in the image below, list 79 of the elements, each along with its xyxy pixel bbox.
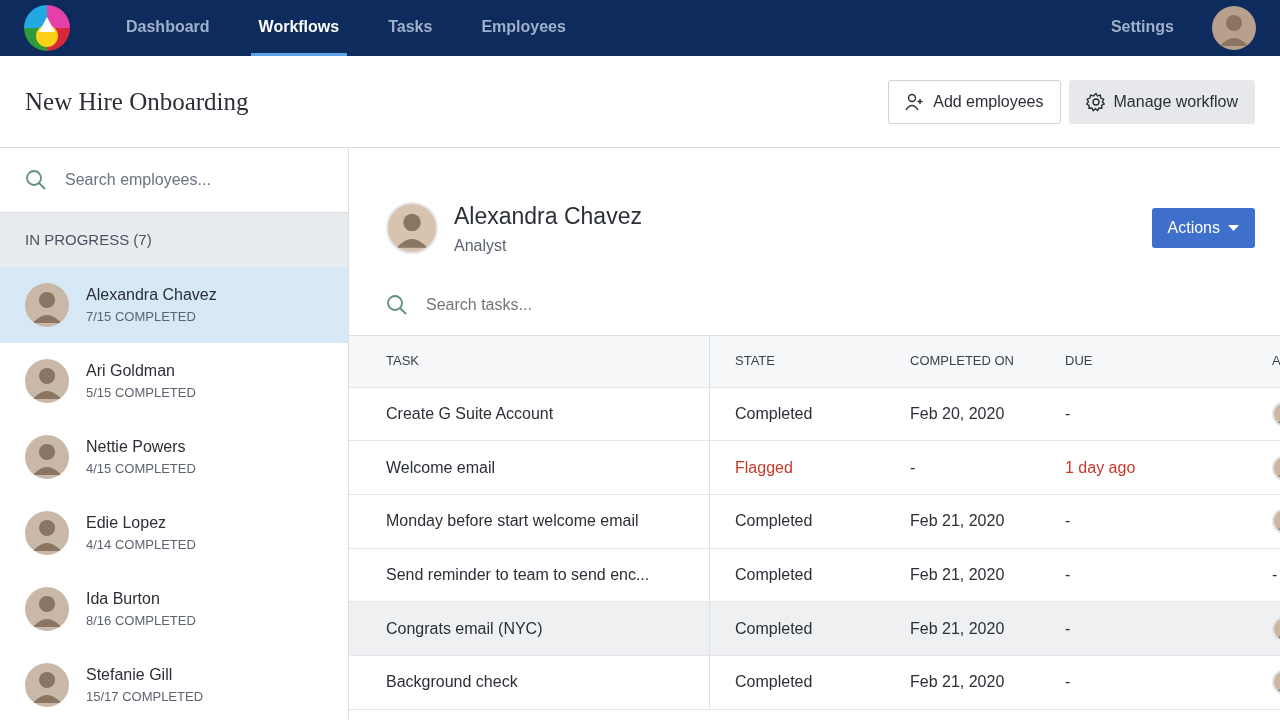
employee-name: Ari Goldman [86, 361, 176, 382]
nav-tab[interactable]: Tasks [380, 0, 441, 56]
employee-name: Alexandra Chavez [86, 285, 217, 306]
column-header: A [1272, 352, 1280, 371]
task-state: Completed [735, 511, 813, 532]
task-name: Monday before start welcome email [386, 511, 639, 532]
column-header: DUE [1065, 352, 1093, 371]
nav-tab[interactable]: Dashboard [118, 0, 218, 56]
search-icon [25, 169, 47, 191]
task-state: Flagged [735, 457, 793, 478]
column-header: TASK [386, 352, 419, 371]
progress-text: 4/14 COMPLETED [86, 536, 196, 555]
due-text: 1 day ago [1065, 457, 1136, 478]
completed-date: Feb 21, 2020 [910, 511, 1005, 532]
employee-list-item[interactable]: Alexandra Chavez 7/15 COMPLETED [0, 267, 348, 343]
employee-list-item[interactable]: Nettie Powers 4/15 COMPLETED [0, 419, 348, 495]
logo-icon[interactable] [24, 5, 70, 51]
employee-list-item[interactable]: Ida Burton 8/16 COMPLETED [0, 571, 348, 647]
actions-button[interactable]: Actions [1151, 208, 1255, 249]
employee-name: Nettie Powers [86, 437, 187, 458]
assignee-text: - [1272, 564, 1278, 585]
task-state: Completed [735, 618, 813, 639]
avatar-photo [386, 202, 438, 255]
table-row[interactable]: Monday before start welcome email Completed Feb 21, 2020 - [349, 494, 1280, 549]
employee-list-item[interactable]: Stefanie Gill 15/17 COMPLETED [0, 647, 348, 720]
progress-text: 5/15 COMPLETED [86, 384, 196, 403]
due-text: - [1065, 564, 1071, 585]
task-name: Send reminder to team to send enc... [386, 564, 650, 585]
nav-tab[interactable]: Workflows [250, 0, 348, 56]
progress-text: 15/17 COMPLETED [86, 688, 204, 707]
add-employees-button[interactable]: Add employees [888, 79, 1061, 124]
task-name: Welcome email [386, 457, 496, 478]
avatar-photo [25, 435, 69, 479]
completed-date: Feb 21, 2020 [910, 672, 1005, 693]
avatar-photo [25, 511, 69, 555]
avatar-photo [25, 587, 69, 631]
table-row[interactable]: Background check Completed Feb 21, 2020 - [349, 655, 1280, 710]
nav-tab[interactable]: Employees [473, 0, 574, 56]
avatar-photo [25, 359, 69, 403]
settings-link[interactable]: Settings [1102, 0, 1182, 56]
user-avatar[interactable] [1212, 6, 1256, 50]
group-heading: IN PROGRESS (7) [25, 229, 152, 250]
due-text: - [1065, 403, 1071, 424]
progress-text: 4/15 COMPLETED [86, 460, 196, 479]
add-person-icon [905, 92, 926, 111]
employee-name: Alexandra Chavez [454, 202, 642, 231]
completed-date: Feb 20, 2020 [910, 403, 1005, 424]
avatar-photo [25, 663, 69, 707]
task-state: Completed [735, 672, 813, 693]
completed-date: Feb 21, 2020 [910, 618, 1005, 639]
search-icon [386, 294, 408, 316]
table-row[interactable]: Congrats email (NYC) Completed Feb 21, 2020 - [349, 602, 1280, 656]
due-text: - [1065, 511, 1071, 532]
employee-role: Analyst [454, 235, 508, 256]
task-name: Background check [386, 672, 518, 693]
progress-text: 8/16 COMPLETED [86, 612, 196, 631]
task-name: Create G Suite Account [386, 403, 554, 424]
table-row[interactable]: Welcome email Flagged - 1 day ago [349, 441, 1280, 495]
progress-text: 7/15 COMPLETED [86, 308, 197, 327]
avatar-photo [25, 283, 69, 327]
employee-list-item[interactable]: Edie Lopez 4/14 COMPLETED [0, 495, 348, 571]
table-row[interactable]: Create G Suite Account Completed Feb 20, 2020 - [349, 387, 1280, 442]
task-name: Congrats email (NYC) [386, 618, 543, 639]
settings-icon [1085, 91, 1106, 112]
due-text: - [1065, 618, 1071, 639]
employee-name: Stefanie Gill [86, 665, 174, 686]
caret-icon [1228, 225, 1239, 232]
employee-name: Ida Burton [86, 589, 161, 610]
due-text: - [1065, 672, 1071, 693]
task-state: Completed [735, 403, 813, 424]
completed-date: - [910, 457, 916, 478]
employee-list-item[interactable]: Ari Goldman 5/15 COMPLETED [0, 343, 348, 419]
task-state: Completed [735, 564, 813, 585]
employee-name: Edie Lopez [86, 513, 168, 534]
column-header: STATE [735, 352, 775, 371]
manage-workflow-button[interactable]: Manage workflow [1068, 79, 1255, 124]
completed-date: Feb 21, 2020 [910, 564, 1005, 585]
column-header: COMPLETED ON [910, 352, 1014, 371]
page-title: New Hire Onboarding [25, 86, 249, 117]
